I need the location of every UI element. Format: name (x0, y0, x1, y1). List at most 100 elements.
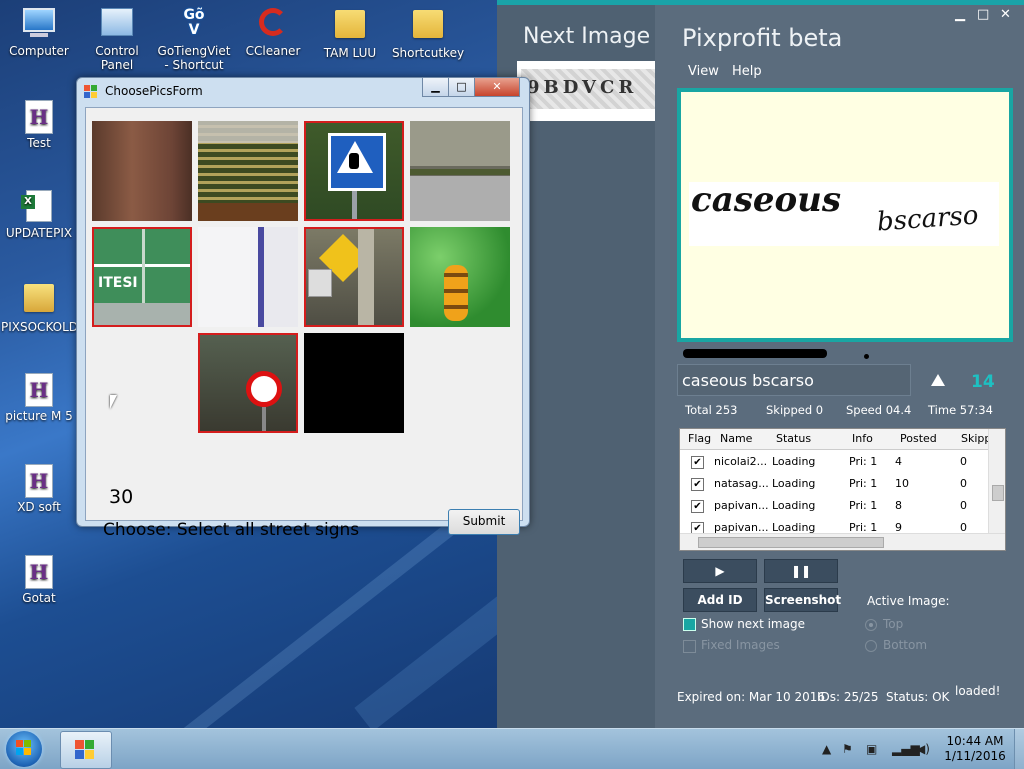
desktop-icon-xd-soft[interactable]: H XD soft (1, 464, 77, 514)
image-tile-black[interactable] (304, 333, 404, 433)
status-text: Status: OK (886, 690, 950, 704)
accent-bar (497, 0, 1024, 5)
row-status: Loading (772, 455, 816, 468)
desktop-icon-label: XD soft (17, 500, 61, 514)
table-row[interactable]: ✔ nicolai2... Loading Pri: 1 4 0 (680, 451, 1005, 473)
desktop-icon-label: UPDATEPIX (5, 226, 73, 240)
grid-header-status[interactable]: Status (776, 432, 811, 445)
desktop-icon-label: CCleaner (245, 44, 301, 58)
answer-input[interactable]: caseous bscarso (677, 364, 911, 396)
expiry-text: Expired on: Mar 10 2016 (677, 690, 826, 704)
desktop-icon-shortcutkey[interactable]: Shortcutkey (390, 8, 466, 60)
desktop-icon-label: Control Panel (95, 44, 139, 72)
action-center-icon[interactable]: ⚑ (842, 742, 853, 756)
windows-logo-icon (16, 740, 32, 756)
minimize-button[interactable]: ▁ (955, 7, 965, 22)
top-radio[interactable] (865, 619, 877, 631)
show-hidden-icons-icon[interactable]: ▲ (822, 742, 831, 756)
vertical-scrollbar[interactable] (988, 429, 1005, 533)
desktop-icon-label: Gotat (22, 591, 56, 605)
challenge-prompt: Choose: Select all street signs (103, 520, 360, 540)
h-document-icon: H (23, 464, 55, 498)
next-captcha-image: 9BDVCR (517, 61, 655, 121)
taskbar-app-pixprofit[interactable] (60, 731, 112, 769)
mouse-cursor-icon (110, 395, 122, 409)
desktop-icon-tam-luu[interactable]: TAM LUU (312, 8, 388, 60)
row-status: Loading (772, 477, 816, 490)
desktop-icon-ccleaner[interactable]: CCleaner (235, 8, 311, 58)
close-button[interactable]: ✕ (1000, 7, 1011, 22)
desktop-icon-picture-m5[interactable]: H picture M 5 (1, 373, 77, 423)
active-image-label: Active Image: (867, 594, 950, 608)
add-id-button[interactable]: Add ID (683, 588, 757, 612)
fixed-images-checkbox[interactable] (683, 640, 696, 653)
row-flag-checkbox[interactable]: ✔ (691, 478, 704, 491)
desktop-icon-gotiengviet[interactable]: Gõ V GoTiengViet - Shortcut (156, 8, 232, 73)
fixed-images-label: Fixed Images (701, 638, 780, 652)
image-tile-speed-sign[interactable] (198, 333, 298, 433)
image-tile-highway-sign[interactable]: ITESI (92, 227, 192, 327)
desktop-icon-control-panel[interactable]: Control Panel (79, 8, 155, 72)
table-row[interactable]: ✔ papivan... Loading Pri: 1 8 0 (680, 495, 1005, 517)
grid-header-skipped[interactable]: Skipp (961, 432, 991, 445)
image-tile-sunflowers[interactable] (410, 227, 510, 327)
maximize-button[interactable]: □ (977, 7, 989, 22)
dialog-close-button[interactable]: ✕ (474, 78, 520, 97)
show-next-image-checkbox[interactable] (683, 618, 696, 631)
clock[interactable]: 10:44 AM 1/11/2016 (940, 734, 1010, 764)
loaded-text: loaded! (955, 684, 1001, 698)
volume-icon[interactable]: ◀) (916, 742, 930, 756)
up-arrow-icon[interactable] (931, 374, 945, 386)
image-tile-pole[interactable] (198, 227, 298, 327)
h-document-icon: H (23, 373, 55, 407)
desktop-icon-label: GoTiengViet - Shortcut (157, 44, 231, 72)
menu-view[interactable]: View (688, 64, 719, 79)
redacted-account (683, 349, 827, 358)
grid-header-info[interactable]: Info (852, 432, 873, 445)
dialog-maximize-button[interactable]: □ (448, 78, 475, 97)
horizontal-scrollbar[interactable] (680, 533, 1005, 550)
device-icon[interactable]: ▣ (866, 742, 877, 756)
desktop-icon-updatepix[interactable]: X UPDATEPIX (1, 190, 77, 240)
captcha-image: caseous bscarso (677, 88, 1013, 342)
start-button[interactable] (6, 731, 42, 767)
row-info: Pri: 1 (849, 455, 878, 468)
play-button[interactable]: ▶ (683, 559, 757, 583)
folder-icon (334, 10, 366, 42)
image-tile-pedestrian-sign[interactable] (304, 121, 404, 221)
dialog-title: ChoosePicsForm (105, 84, 203, 98)
redacted-dot (864, 354, 869, 359)
bottom-radio[interactable] (865, 640, 877, 652)
pause-button[interactable]: ❚❚ (764, 559, 838, 583)
submit-button[interactable]: Submit (448, 509, 520, 535)
row-skipped: 0 (960, 499, 967, 512)
image-tile-road[interactable] (410, 121, 510, 221)
pixprofit-window: Next Image 9BDVCR Pixprofit beta ▁ □ ✕ V… (497, 0, 1024, 728)
table-row[interactable]: ✔ natasag... Loading Pri: 1 10 0 (680, 473, 1005, 495)
desktop-icon-pixsockold[interactable]: PIXSOCKOLD (1, 282, 78, 334)
image-tile-wall[interactable] (92, 121, 192, 221)
clock-date: 1/11/2016 (944, 749, 1006, 763)
row-name: natasag... (714, 477, 769, 490)
desktop-icon-gotat[interactable]: H Gotat (1, 555, 77, 605)
dialog-minimize-button[interactable]: ▁ (422, 78, 449, 97)
bottom-radio-label: Bottom (883, 638, 928, 652)
row-flag-checkbox[interactable]: ✔ (691, 456, 704, 469)
image-tile-school-sign[interactable] (304, 227, 404, 327)
desktop-icon-computer[interactable]: Computer (1, 8, 77, 58)
screenshot-button[interactable]: Screenshot (764, 588, 841, 612)
row-flag-checkbox[interactable]: ✔ (691, 500, 704, 513)
desktop-icon-test[interactable]: H Test (1, 100, 77, 150)
image-tile-vineyard[interactable] (198, 121, 298, 221)
grid-header-flag[interactable]: Flag (688, 432, 711, 445)
accounts-grid[interactable]: Flag Name Status Info Posted Skipp ✔ nic… (679, 428, 1006, 551)
gotiengviet-icon: Gõ V (178, 8, 210, 40)
stat-total: Total 253 (685, 403, 738, 417)
grid-header-name[interactable]: Name (720, 432, 752, 445)
show-desktop-button[interactable] (1014, 729, 1024, 769)
grid-header-posted[interactable]: Posted (900, 432, 937, 445)
row-name: papivan... (714, 499, 769, 512)
menu-help[interactable]: Help (732, 64, 762, 79)
top-radio-label: Top (883, 617, 904, 631)
grid-header: Flag Name Status Info Posted Skipp (680, 429, 1005, 450)
